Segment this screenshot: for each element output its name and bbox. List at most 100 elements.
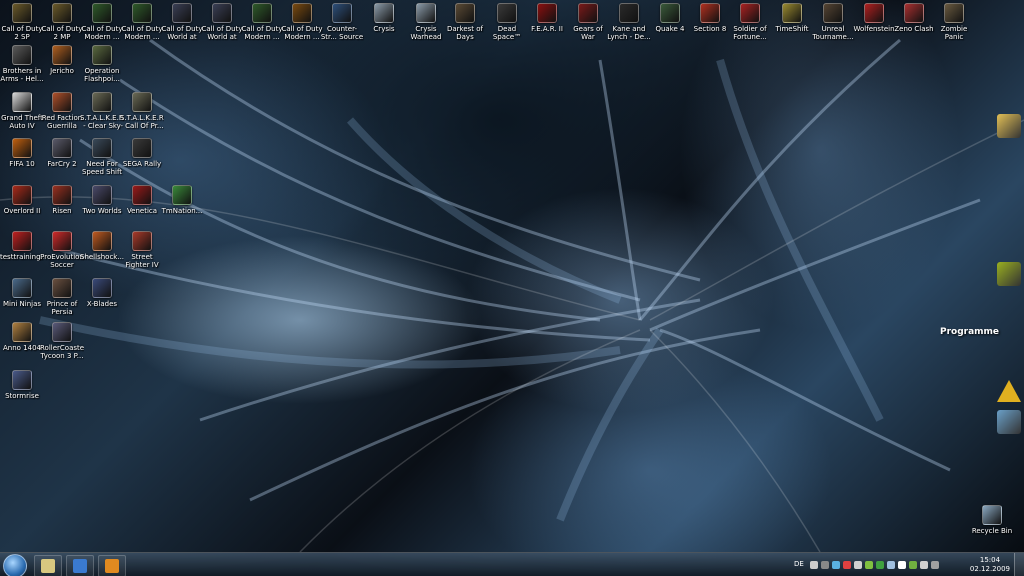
tray-icon[interactable]: [810, 561, 818, 569]
desktop-shortcut[interactable]: Unreal Tourname...: [811, 3, 855, 41]
tray-icon[interactable]: [909, 561, 917, 569]
shortcut-label: FarCry 2: [47, 160, 77, 168]
desktop-shortcut[interactable]: TimeShift: [770, 3, 814, 33]
desktop-shortcut[interactable]: Kane and Lynch - De...: [607, 3, 651, 41]
desktop-shortcut[interactable]: Soldier of Fortune...: [728, 3, 772, 41]
shortcut-icon: [904, 3, 924, 23]
media-player-icon: [105, 559, 119, 573]
desktop-shortcut[interactable]: Street Fighter IV: [120, 231, 164, 269]
desktop-shortcut[interactable]: Call of Duty Modern ...: [120, 3, 164, 41]
shortcut-icon: [52, 92, 72, 112]
clock[interactable]: 15:04 02.12.2009: [970, 556, 1010, 574]
desktop-shortcut[interactable]: Prince of Persia: [40, 278, 84, 316]
media-player-taskbar-button[interactable]: [98, 555, 126, 576]
desktop-shortcut[interactable]: Counter-Str... Source Non...: [320, 3, 364, 41]
shortcut-label: Dead Space™: [492, 25, 522, 41]
shortcut-icon: [12, 3, 32, 23]
desktop-shortcut[interactable]: Call of Duty Modern ...: [280, 3, 324, 41]
folder-icon[interactable]: [997, 114, 1021, 138]
tray-icon[interactable]: [887, 561, 895, 569]
start-button[interactable]: [3, 554, 27, 576]
library-folder-taskbar-button[interactable]: [34, 555, 62, 576]
tray-icon[interactable]: [843, 561, 851, 569]
shortcut-icon: [92, 231, 112, 251]
desktop-shortcut[interactable]: RollerCoaster Tycoon 3 P...: [40, 322, 84, 360]
desktop-shortcut[interactable]: Zeno Clash: [892, 3, 936, 33]
desktop-shortcut[interactable]: FIFA 10: [0, 138, 44, 168]
desktop-shortcut[interactable]: Wolfenstein: [852, 3, 896, 33]
shortcut-icon: [92, 185, 112, 205]
desktop-shortcut[interactable]: X-Blades: [80, 278, 124, 308]
desktop-shortcut[interactable]: Shellshock...: [80, 231, 124, 261]
show-desktop-button[interactable]: [1014, 553, 1024, 576]
desktop-shortcut[interactable]: Darkest of Days: [443, 3, 487, 41]
game-tile-icon[interactable]: [997, 262, 1021, 286]
desktop-shortcut[interactable]: Venetica: [120, 185, 164, 215]
tray-icon[interactable]: [865, 561, 873, 569]
desktop-shortcut[interactable]: ProEvolution Soccer: [40, 231, 84, 269]
desktop-shortcut[interactable]: Brothers in Arms - Hel...: [0, 45, 44, 83]
desktop-shortcut[interactable]: Section 8: [688, 3, 732, 33]
tray-icon[interactable]: [821, 561, 829, 569]
shortcut-icon: [252, 3, 272, 23]
tray-icon[interactable]: [876, 561, 884, 569]
shortcut-label: Call of Duty Modern ...: [121, 25, 163, 41]
shortcut-label: F.E.A.R. II: [531, 25, 563, 33]
tray-icon[interactable]: [898, 561, 906, 569]
desktop-shortcut[interactable]: Zombie Panic Source: [932, 3, 976, 41]
desktop: Call of Duty 2 SP Call of Duty 2 MP Call o…: [0, 0, 1024, 576]
desktop-shortcut[interactable]: FarCry 2: [40, 138, 84, 168]
desktop-shortcut[interactable]: Dead Space™: [485, 3, 529, 41]
shortcut-icon: [374, 3, 394, 23]
shortcut-label: RollerCoaster Tycoon 3 P...: [40, 344, 84, 360]
shortcut-label: Darkest of Days: [446, 25, 484, 41]
desktop-shortcut[interactable]: Call of Duty Modern ...: [240, 3, 284, 41]
desktop-shortcut[interactable]: Stormrise: [0, 370, 44, 400]
desktop-shortcut[interactable]: Call of Duty 2 MP: [40, 3, 84, 41]
tray-icon[interactable]: [854, 561, 862, 569]
shortcut-label: Crysis Warhead: [410, 25, 442, 41]
desktop-shortcut[interactable]: Operation Flashpoi...: [80, 45, 124, 83]
shortcut-label: SEGA Rally: [122, 160, 162, 168]
desktop-shortcut[interactable]: Red Faction Guerrilla: [40, 92, 84, 130]
desktop-shortcut[interactable]: S.T.A.L.K.E.R. - Clear Sky: [80, 92, 124, 130]
desktop-shortcut[interactable]: Call of Duty Modern ...: [80, 3, 124, 41]
desktop-shortcut[interactable]: Crysis: [362, 3, 406, 33]
desktop-shortcut[interactable]: Call of Duty World at W...: [160, 3, 204, 41]
shortcut-label: Shellshock...: [80, 253, 124, 261]
shortcut-icon: [132, 138, 152, 158]
language-indicator[interactable]: DE: [794, 560, 804, 568]
desktop-shortcut[interactable]: Quake 4: [648, 3, 692, 33]
desktop-shortcut[interactable]: S.T.A.L.K.E.R. - Call Of Pr...: [120, 92, 164, 130]
shortcut-label: Overlord II: [3, 207, 41, 215]
desktop-shortcut[interactable]: Overlord II: [0, 185, 44, 215]
shortcut-icon: [52, 3, 72, 23]
taskbar: DE 15:04 02.12.2009: [0, 552, 1024, 576]
desktop-shortcut[interactable]: Jericho: [40, 45, 84, 75]
desktop-shortcut[interactable]: Grand Theft Auto IV: [0, 92, 44, 130]
warning-icon[interactable]: [997, 380, 1021, 402]
shortcut-icon: [12, 278, 32, 298]
desktop-shortcut[interactable]: F.E.A.R. II: [525, 3, 569, 33]
desktop-shortcut[interactable]: Anno 1404: [0, 322, 44, 352]
desktop-shortcut[interactable]: Gears of War: [566, 3, 610, 41]
shortcut-label: Stormrise: [5, 392, 39, 400]
desktop-shortcut[interactable]: Mini Ninjas: [0, 278, 44, 308]
shortcut-icon[interactable]: [997, 410, 1021, 434]
tray-icon[interactable]: [832, 561, 840, 569]
desktop-shortcut[interactable]: TmNation...: [160, 185, 204, 215]
desktop-shortcut[interactable]: testtraining...: [0, 231, 44, 261]
shortcut-label: Section 8: [693, 25, 727, 33]
desktop-shortcut[interactable]: Two Worlds: [80, 185, 124, 215]
shortcut-label: Call of Duty Modern ...: [281, 25, 323, 41]
tray-icon[interactable]: [920, 561, 928, 569]
desktop-shortcut[interactable]: Need For Speed Shift: [80, 138, 124, 176]
desktop-shortcut[interactable]: Call of Duty World at W...: [200, 3, 244, 41]
desktop-shortcut[interactable]: Risen: [40, 185, 84, 215]
recycle-bin-icon[interactable]: Recycle Bin: [970, 505, 1014, 535]
tray-icon[interactable]: [931, 561, 939, 569]
desktop-shortcut[interactable]: Call of Duty 2 SP: [0, 3, 44, 41]
desktop-shortcut[interactable]: Crysis Warhead: [404, 3, 448, 41]
desktop-shortcut[interactable]: SEGA Rally: [120, 138, 164, 168]
internet-explorer-taskbar-button[interactable]: [66, 555, 94, 576]
